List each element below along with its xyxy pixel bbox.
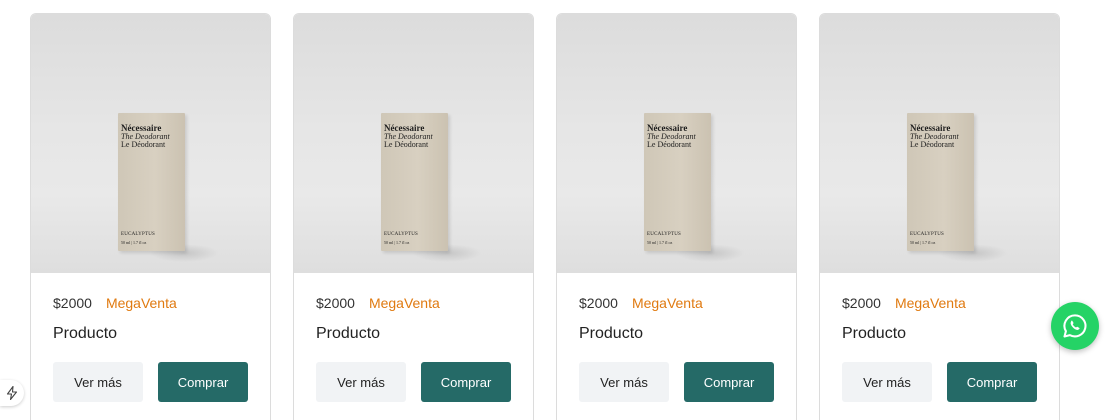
view-more-button[interactable]: Ver más xyxy=(842,362,932,402)
buy-button[interactable]: Comprar xyxy=(158,362,248,402)
box-size: 50 ml | 1.7 fl oz xyxy=(910,240,936,245)
product-title: Producto xyxy=(53,325,118,342)
product-grid-page: Nécessaire The Deodorant Le Déodorant EU… xyxy=(0,0,1111,420)
card-body: $2000 MegaVenta Producto Ver más Comprar xyxy=(557,273,796,402)
deodorant-box: Nécessaire The Deodorant Le Déodorant EU… xyxy=(381,113,448,251)
product-card: Nécessaire The Deodorant Le Déodorant EU… xyxy=(819,13,1060,420)
deodorant-box: Nécessaire The Deodorant Le Déodorant EU… xyxy=(907,113,974,251)
price-row: $2000 MegaVenta xyxy=(53,295,248,315)
deodorant-box: Nécessaire The Deodorant Le Déodorant EU… xyxy=(118,113,185,251)
product-title: Producto xyxy=(579,325,644,342)
box-scent: EUCALYPTUS xyxy=(121,232,156,237)
product-price: $2000 xyxy=(316,295,355,311)
box-scent: EUCALYPTUS xyxy=(647,232,682,237)
product-card: Nécessaire The Deodorant Le Déodorant EU… xyxy=(556,13,797,420)
product-card: Nécessaire The Deodorant Le Déodorant EU… xyxy=(30,13,271,420)
box-line-3: Le Déodorant xyxy=(647,140,692,149)
card-actions: Ver más Comprar xyxy=(316,362,511,402)
corner-widget-button[interactable] xyxy=(0,380,24,406)
product-image[interactable]: Nécessaire The Deodorant Le Déodorant EU… xyxy=(557,14,796,273)
product-price: $2000 xyxy=(579,295,618,311)
box-line-3: Le Déodorant xyxy=(121,140,166,149)
product-brand: MegaVenta xyxy=(894,295,966,311)
product-image[interactable]: Nécessaire The Deodorant Le Déodorant EU… xyxy=(294,14,533,273)
product-image[interactable]: Nécessaire The Deodorant Le Déodorant EU… xyxy=(820,14,1059,273)
box-size: 50 ml | 1.7 fl oz xyxy=(384,240,410,245)
box-scent: EUCALYPTUS xyxy=(910,232,945,237)
price-row: $2000 MegaVenta xyxy=(842,295,1037,315)
lightning-icon xyxy=(6,386,18,400)
view-more-button[interactable]: Ver más xyxy=(316,362,406,402)
buy-button[interactable]: Comprar xyxy=(684,362,774,402)
product-brand: MegaVenta xyxy=(105,295,177,311)
view-more-button[interactable]: Ver más xyxy=(579,362,669,402)
card-actions: Ver más Comprar xyxy=(53,362,248,402)
product-title: Producto xyxy=(842,325,907,342)
product-brand: MegaVenta xyxy=(368,295,440,311)
box-scent: EUCALYPTUS xyxy=(384,232,419,237)
box-line-3: Le Déodorant xyxy=(384,140,429,149)
price-row: $2000 MegaVenta xyxy=(579,295,774,315)
product-image[interactable]: Nécessaire The Deodorant Le Déodorant EU… xyxy=(31,14,270,273)
buy-button[interactable]: Comprar xyxy=(947,362,1037,402)
deodorant-box: Nécessaire The Deodorant Le Déodorant EU… xyxy=(644,113,711,251)
card-body: $2000 MegaVenta Producto Ver más Comprar xyxy=(820,273,1059,402)
box-size: 50 ml | 1.7 fl oz xyxy=(647,240,673,245)
box-line-3: Le Déodorant xyxy=(910,140,955,149)
card-actions: Ver más Comprar xyxy=(842,362,1037,402)
view-more-button[interactable]: Ver más xyxy=(53,362,143,402)
whatsapp-icon xyxy=(1063,314,1087,338)
product-price: $2000 xyxy=(53,295,92,311)
card-body: $2000 MegaVenta Producto Ver más Comprar xyxy=(294,273,533,402)
card-body: $2000 MegaVenta Producto Ver más Comprar xyxy=(31,273,270,402)
buy-button[interactable]: Comprar xyxy=(421,362,511,402)
card-actions: Ver más Comprar xyxy=(579,362,774,402)
product-list: Nécessaire The Deodorant Le Déodorant EU… xyxy=(30,13,1060,420)
price-row: $2000 MegaVenta xyxy=(316,295,511,315)
product-brand: MegaVenta xyxy=(631,295,703,311)
product-price: $2000 xyxy=(842,295,881,311)
box-size: 50 ml | 1.7 fl oz xyxy=(121,240,147,245)
whatsapp-button[interactable] xyxy=(1051,302,1099,350)
product-card: Nécessaire The Deodorant Le Déodorant EU… xyxy=(293,13,534,420)
product-title: Producto xyxy=(316,325,381,342)
